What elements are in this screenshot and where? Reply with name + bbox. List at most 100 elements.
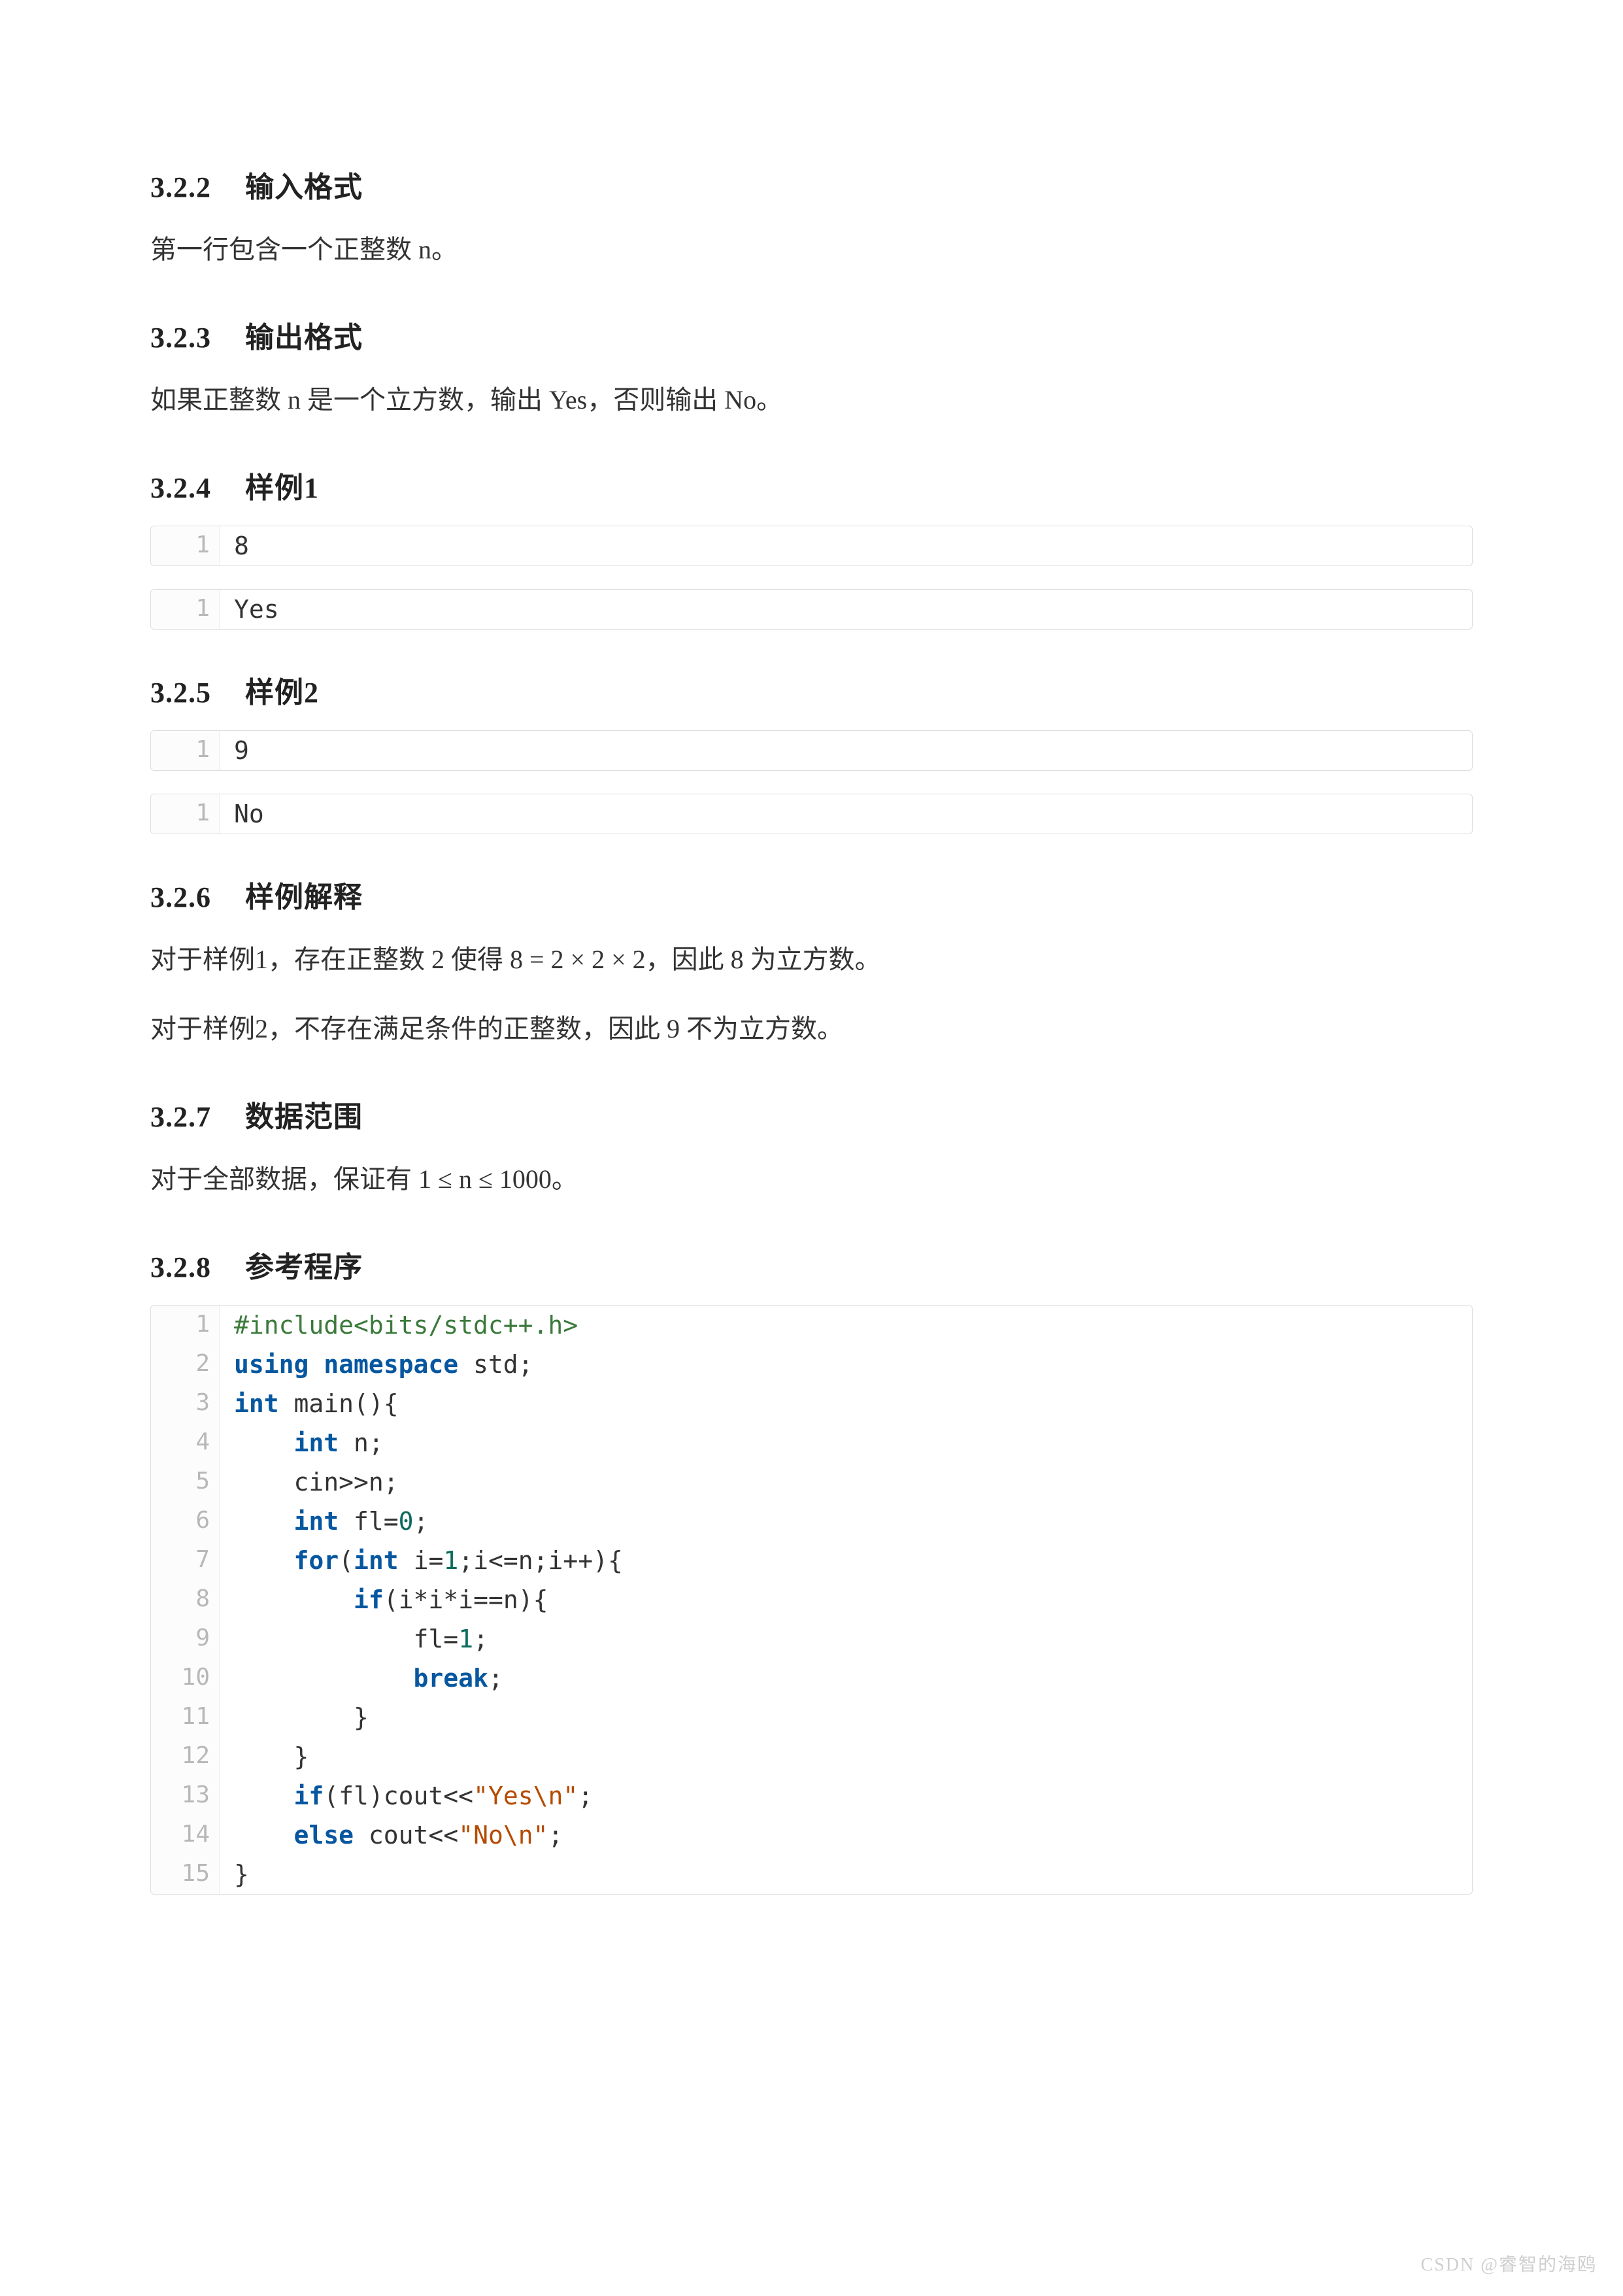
- ws: [234, 1742, 294, 1771]
- heading-title: 样例1: [245, 472, 319, 504]
- line-number: 2: [151, 1345, 220, 1384]
- ws: [234, 1468, 294, 1496]
- line-number: 1: [151, 1306, 220, 1345]
- code: }: [220, 1737, 323, 1776]
- keyword-token: if: [294, 1781, 324, 1810]
- heading-number: 3.2.3: [150, 322, 211, 354]
- sample-line: 1 9: [151, 731, 1472, 770]
- keyword-token: else: [294, 1821, 354, 1849]
- code-token: main(){: [279, 1389, 399, 1418]
- heading-title: 数据范围: [245, 1101, 363, 1133]
- heading-number: 3.2.6: [150, 881, 211, 913]
- code-line: 12 }: [151, 1737, 1472, 1776]
- heading-number: 3.2.5: [150, 677, 211, 709]
- code-token: (: [339, 1546, 354, 1575]
- keyword-token: int: [294, 1428, 339, 1457]
- ws: [234, 1428, 294, 1457]
- code: if(fl)cout<<"Yes\n";: [220, 1776, 607, 1815]
- heading-3-2-5: 3.2.5 样例2: [150, 669, 1473, 711]
- paragraph-input-format: 第一行包含一个正整数 n。: [150, 225, 1473, 275]
- watermark-text: CSDN @睿智的海鸥: [1421, 2250, 1597, 2276]
- number-token: 0: [399, 1507, 414, 1536]
- line-number: 9: [151, 1619, 220, 1659]
- heading-title: 输出格式: [245, 322, 363, 354]
- paragraph-expl-1: 对于样例1，存在正整数 2 使得 8 = 2 × 2 × 2，因此 8 为立方数…: [150, 935, 1473, 985]
- line-number: 12: [151, 1737, 220, 1776]
- paragraph-expl-2: 对于样例2，不存在满足条件的正整数，因此 9 不为立方数。: [150, 1004, 1473, 1054]
- heading-number: 3.2.7: [150, 1101, 211, 1133]
- heading-title: 样例2: [245, 677, 319, 709]
- code-line: 7 for(int i=1;i<=n;i++){: [151, 1541, 1472, 1580]
- code-line: 14 else cout<<"No\n";: [151, 1815, 1472, 1855]
- code: int fl=0;: [220, 1502, 443, 1541]
- sample1-output-box: 1 Yes: [150, 589, 1473, 630]
- code-token: ;: [578, 1781, 593, 1810]
- keyword-token: break: [414, 1664, 488, 1693]
- code-token: }: [234, 1860, 249, 1889]
- heading-3-2-6: 3.2.6 样例解释: [150, 873, 1473, 915]
- code-token: ;: [548, 1821, 563, 1849]
- heading-title: 参考程序: [245, 1251, 363, 1283]
- code-line: 4 int n;: [151, 1423, 1472, 1462]
- line-number: 15: [151, 1855, 220, 1894]
- keyword-token: int: [234, 1389, 279, 1418]
- code-token: }: [294, 1742, 309, 1771]
- sample-line: 1 8: [151, 526, 1472, 566]
- code-token: fl=: [414, 1625, 459, 1653]
- paragraph-data-range: 对于全部数据，保证有 1 ≤ n ≤ 1000。: [150, 1155, 1473, 1204]
- code-token: ;: [473, 1625, 488, 1653]
- number-token: 1: [458, 1625, 473, 1653]
- heading-3-2-4: 3.2.4 样例1: [150, 464, 1473, 506]
- code-token: cout<<: [354, 1821, 458, 1849]
- line-number: 8: [151, 1580, 220, 1619]
- code-token: ;i<=n;i++){: [458, 1546, 623, 1575]
- line-number: 1: [151, 526, 220, 566]
- code-line: 5 cin>>n;: [151, 1462, 1472, 1502]
- line-number: 6: [151, 1502, 220, 1541]
- sample-line: 1 No: [151, 794, 1472, 834]
- heading-title: 输入格式: [245, 171, 363, 203]
- code: }: [220, 1855, 263, 1894]
- code-line: 11 }: [151, 1698, 1472, 1737]
- ws: [234, 1664, 414, 1693]
- line-number: 5: [151, 1462, 220, 1502]
- code: }: [220, 1698, 383, 1737]
- keyword-token: if: [354, 1585, 384, 1614]
- line-number: 11: [151, 1698, 220, 1737]
- code-token: n;: [339, 1428, 384, 1457]
- code: int n;: [220, 1423, 398, 1462]
- sample2-output: No: [220, 794, 278, 834]
- string-token: "No\n": [458, 1821, 548, 1849]
- line-number: 3: [151, 1384, 220, 1423]
- line-number: 10: [151, 1659, 220, 1698]
- code-line: 10 break;: [151, 1659, 1472, 1698]
- string-token: "Yes\n": [473, 1781, 578, 1810]
- code-token: fl=: [339, 1507, 399, 1536]
- sample2-input-box: 1 9: [150, 730, 1473, 771]
- sample1-output: Yes: [220, 590, 293, 629]
- heading-3-2-8: 3.2.8 参考程序: [150, 1243, 1473, 1285]
- paragraph-output-format: 如果正整数 n 是一个立方数，输出 Yes，否则输出 No。: [150, 375, 1473, 425]
- keyword-token: namespace: [309, 1350, 458, 1379]
- line-number: 1: [151, 794, 220, 834]
- code: else cout<<"No\n";: [220, 1815, 577, 1855]
- line-number: 14: [151, 1815, 220, 1855]
- code-token: (fl)cout<<: [324, 1781, 473, 1810]
- code-token: ;: [414, 1507, 429, 1536]
- sample2-input: 9: [220, 731, 263, 770]
- code: cin>>n;: [220, 1462, 413, 1502]
- heading-number: 3.2.2: [150, 171, 211, 203]
- ws: [234, 1781, 294, 1810]
- code-token: (i*i*i==n){: [384, 1585, 548, 1614]
- heading-3-2-7: 3.2.7 数据范围: [150, 1093, 1473, 1135]
- code: if(i*i*i==n){: [220, 1580, 562, 1619]
- line-number: 1: [151, 731, 220, 770]
- heading-number: 3.2.8: [150, 1251, 211, 1283]
- heading-number: 3.2.4: [150, 472, 211, 504]
- code-token: std;: [458, 1350, 533, 1379]
- code-line: 3 int main(){: [151, 1384, 1472, 1423]
- sample-line: 1 Yes: [151, 590, 1472, 629]
- line-number: 7: [151, 1541, 220, 1580]
- keyword-token: for: [294, 1546, 339, 1575]
- ws: [234, 1821, 294, 1849]
